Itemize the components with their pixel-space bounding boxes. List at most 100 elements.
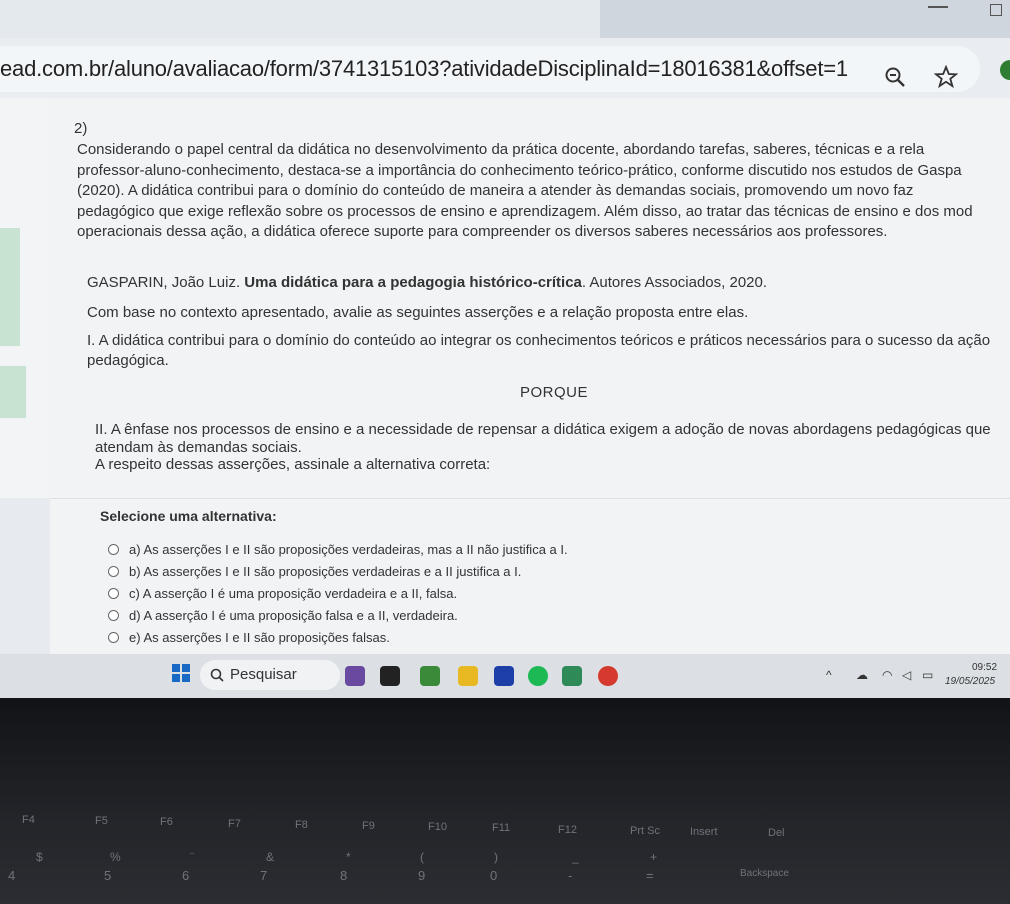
reference-title: Uma didática para a pedagogia histórico-… [244, 274, 582, 291]
url-text: ead.com.br/aluno/avaliacao/form/37413151… [0, 56, 848, 81]
key-label: F9 [362, 820, 375, 832]
reference: GASPARIN, João Luiz. Uma didática para a… [87, 274, 767, 291]
clock-time[interactable]: 09:52 [972, 662, 997, 673]
radio-button[interactable] [108, 587, 119, 599]
key-label: 6 [182, 868, 190, 883]
keyboard: F4 F5 F6 F7 F8 F9 F10 F11 F12 Prt Sc Insert Del 4 5 6… [0, 698, 1010, 904]
file-explorer-icon[interactable] [458, 666, 478, 686]
zoom-icon[interactable] [884, 66, 906, 88]
app-icon-2[interactable] [562, 666, 582, 686]
key-label: Insert [690, 826, 718, 838]
option-label: c) A asserção I é uma proposição verdade… [129, 585, 458, 601]
wifi-icon[interactable]: ◠ [882, 668, 892, 682]
connector-porque: PORQUE [520, 384, 589, 401]
key-label: 8 [340, 868, 348, 883]
extension-icon[interactable] [1000, 60, 1010, 80]
alternatives-list: a) As asserções I e II são proposições v… [108, 538, 568, 648]
taskbar-search[interactable]: Pesquisar [200, 660, 340, 690]
option-d[interactable]: d) A asserção I é uma proposição falsa e… [108, 604, 568, 626]
key-label: Backspace [740, 868, 789, 879]
question-prompt: A respeito dessas asserções, assinale a … [95, 456, 491, 473]
option-a[interactable]: a) As asserções I e II são proposições v… [108, 538, 568, 560]
volume-icon[interactable]: ◁ [902, 668, 911, 682]
key-label: 9 [418, 868, 426, 883]
widgets-icon[interactable] [345, 666, 365, 686]
function-key-row: F4 F5 F6 F7 F8 F9 F10 F11 F12 Prt Sc Insert Del [0, 814, 1010, 844]
question-card: 2) Considerando o papel central da didát… [50, 98, 1010, 654]
key-symbol: + [650, 850, 658, 864]
question-intro: Com base no contexto apresentado, avalie… [87, 304, 749, 321]
paragraph-line: Considerando o papel central da didática… [77, 141, 925, 158]
sidebar-highlight [0, 228, 20, 346]
select-alternative-label: Selecione uma alternativa: [100, 508, 277, 524]
app-icon[interactable] [420, 666, 440, 686]
key-label: 0 [490, 868, 498, 883]
paragraph-line: professor-aluno-conhecimento, destaca-se… [77, 161, 962, 179]
reference-publisher: . Autores Associados, 2020. [581, 274, 768, 291]
minimize-icon[interactable] [928, 6, 948, 8]
key-label: 4 [8, 868, 16, 883]
key-symbol: $ [36, 850, 43, 864]
key-label: - [568, 868, 573, 883]
assertion-2-line: II. A ênfase nos processos de ensino e a… [95, 421, 991, 438]
chevron-up-icon[interactable]: ^ [826, 668, 832, 682]
key-symbol: & [266, 850, 275, 864]
key-label: F11 [492, 822, 511, 835]
key-label: F12 [558, 823, 577, 836]
battery-icon[interactable]: ▭ [922, 668, 933, 682]
key-symbol: * [346, 850, 351, 864]
address-bar: ead.com.br/aluno/avaliacao/form/37413151… [0, 38, 1010, 98]
taskbar: Pesquisar ^ ☁ ◠ ◁ ▭ 09:52 19/05/2025 [0, 654, 1010, 698]
store-icon[interactable] [494, 666, 514, 686]
search-label: Pesquisar [230, 666, 297, 683]
divider [50, 498, 1010, 499]
key-label: F5 [95, 815, 108, 828]
cloud-icon[interactable]: ☁ [856, 668, 868, 682]
url-field[interactable]: ead.com.br/aluno/avaliacao/form/37413151… [0, 46, 980, 92]
paragraph-line: (2020). A didática contribui para o domí… [77, 182, 914, 199]
radio-button[interactable] [108, 565, 119, 577]
key-symbol: ( [420, 850, 424, 864]
paragraph-line: operacionais dessa ação, a didática ofer… [77, 223, 888, 240]
spotify-icon[interactable] [528, 666, 548, 686]
key-label: 5 [104, 868, 112, 883]
chrome-icon[interactable] [598, 666, 618, 686]
radio-button[interactable] [108, 543, 119, 555]
key-label: 7 [260, 868, 268, 883]
option-label: b) As asserções I e II são proposições v… [129, 563, 522, 579]
key-label: F8 [295, 818, 308, 831]
option-e[interactable]: e) As asserções I e II são proposições f… [108, 626, 568, 648]
key-symbol: ¨ [190, 850, 194, 864]
windows-start-icon[interactable] [172, 664, 190, 682]
search-icon [210, 668, 224, 682]
clock-date[interactable]: 19/05/2025 [945, 676, 995, 687]
assertion-1: I. A didática contribui para o domínio d… [87, 331, 1007, 371]
terminal-icon[interactable] [380, 666, 400, 686]
key-symbol: _ [572, 850, 579, 864]
paragraph-line: pedagógico que exige reflexão sobre os p… [77, 202, 973, 220]
number-key-row: 4 5 6 7 8 9 0 - = Backspace $% ¨ & * () _ + [0, 846, 1010, 904]
reference-author: GASPARIN, João Luiz. [87, 274, 245, 291]
page-viewport: 2) Considerando o papel central da didát… [0, 98, 1010, 654]
browser-tab[interactable] [0, 0, 600, 38]
assertion-1-line: I. A didática contribui para o domínio d… [87, 332, 991, 349]
option-label: d) A asserção I é uma proposição falsa e… [129, 607, 458, 623]
star-icon[interactable] [934, 65, 958, 89]
maximize-icon[interactable] [990, 4, 1002, 16]
key-symbol: ) [494, 850, 498, 864]
key-label: F7 [228, 817, 241, 830]
option-label: e) As asserções I e II são proposições f… [129, 629, 390, 645]
radio-button[interactable] [108, 609, 119, 621]
assertion-1-line: pedagógica. [87, 352, 169, 369]
key-symbol: % [110, 850, 121, 864]
key-label: F4 [22, 814, 35, 826]
left-sidebar [0, 98, 50, 498]
key-label: = [646, 868, 654, 883]
radio-button[interactable] [108, 631, 119, 643]
key-label: F10 [428, 821, 447, 834]
option-c[interactable]: c) A asserção I é uma proposição verdade… [108, 582, 568, 604]
key-label: Prt Sc [630, 824, 660, 837]
option-b[interactable]: b) As asserções I e II são proposições v… [108, 560, 568, 582]
assertion-2: II. A ênfase nos processos de ensino e a… [95, 421, 1005, 457]
question-number: 2) [74, 120, 88, 137]
